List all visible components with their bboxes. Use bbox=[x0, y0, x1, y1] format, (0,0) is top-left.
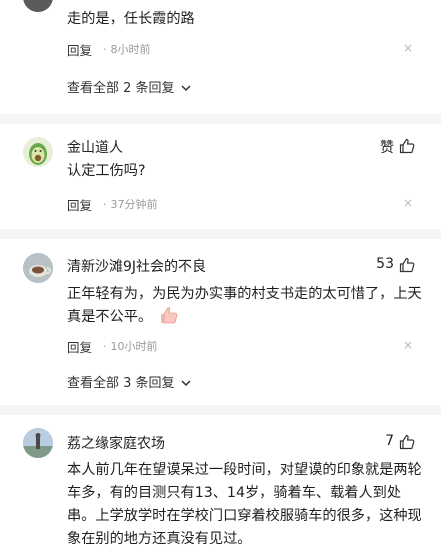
thumbs-up-icon[interactable] bbox=[399, 434, 415, 450]
close-icon[interactable]: × bbox=[403, 41, 413, 55]
comment-text: 认定工伤吗? bbox=[67, 163, 146, 179]
like-count[interactable]: 53 bbox=[360, 256, 394, 272]
comment-text: 本人前几年在望谟呆过一段时间，对望谟的印象就是两轮车多，有的目测只有13、14岁… bbox=[67, 462, 422, 547]
avatar[interactable] bbox=[23, 137, 53, 167]
avatar[interactable] bbox=[23, 428, 53, 458]
close-icon[interactable]: × bbox=[403, 338, 413, 352]
chevron-down-icon bbox=[181, 85, 191, 92]
thumbs-up-icon[interactable] bbox=[399, 138, 415, 154]
like-label[interactable]: 赞 bbox=[370, 137, 394, 157]
view-more-replies[interactable]: 查看全部 2 条回复 bbox=[67, 77, 191, 96]
avatar[interactable] bbox=[23, 253, 53, 283]
comment-time: · 37分钟前 bbox=[103, 198, 158, 211]
avatar[interactable] bbox=[23, 0, 53, 12]
comment-time: · 8小时前 bbox=[103, 43, 151, 56]
comment-text: 走的是，任长霞的路 bbox=[67, 11, 195, 27]
username[interactable]: 金山道人 bbox=[67, 137, 123, 157]
reply-button[interactable]: 回复 bbox=[67, 337, 92, 356]
thumbs-up-emoji-icon bbox=[160, 307, 177, 324]
thumbs-up-icon[interactable] bbox=[399, 257, 415, 273]
view-more-replies[interactable]: 查看全部 3 条回复 bbox=[67, 372, 191, 391]
reply-button[interactable]: 回复 bbox=[67, 195, 92, 214]
chevron-down-icon bbox=[181, 380, 191, 387]
reply-button[interactable]: 回复 bbox=[67, 40, 92, 59]
section-divider bbox=[0, 229, 441, 239]
close-icon[interactable]: × bbox=[403, 196, 413, 210]
comment-time: · 10小时前 bbox=[103, 340, 158, 353]
username[interactable]: 清新沙滩9J社会的不良 bbox=[67, 256, 206, 276]
like-count[interactable]: 7 bbox=[360, 433, 394, 449]
section-divider bbox=[0, 405, 441, 415]
username[interactable]: 荔之缘家庭农场 bbox=[67, 433, 165, 453]
section-divider bbox=[0, 114, 441, 124]
comment-text: 正年轻有为，为民为办实事的村支书走的太可惜了，上天真是不公平。 bbox=[67, 286, 422, 325]
